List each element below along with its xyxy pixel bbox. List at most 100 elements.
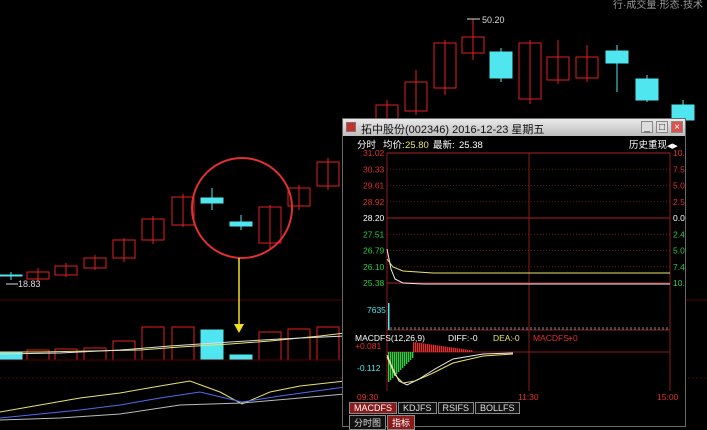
macd-bar-down xyxy=(398,352,400,372)
candle-body xyxy=(200,197,224,204)
volume-spike-bar xyxy=(388,303,390,330)
macd-bar-up xyxy=(421,343,423,352)
macd-bar-down xyxy=(404,352,406,366)
highlight-arrow-head xyxy=(234,324,244,333)
macd-line-white xyxy=(386,352,514,386)
macdfs-value: +0 xyxy=(568,333,578,343)
right-axis-label: 7.45% xyxy=(673,262,685,272)
volume-bar xyxy=(141,326,165,361)
highlight-circle xyxy=(191,157,293,259)
macd-bar-up xyxy=(449,347,451,352)
left-axis-label: 26.79 xyxy=(363,246,385,256)
volume-bar xyxy=(316,326,340,361)
macd-bar-up xyxy=(447,346,449,352)
macd-bar-up xyxy=(439,345,441,352)
macd-bar-down xyxy=(406,352,408,364)
macd-bar-up xyxy=(463,349,465,352)
right-axis-label: 10.00% xyxy=(673,148,685,158)
macd-bar-up xyxy=(465,349,467,352)
left-axis-label: 29.61 xyxy=(363,181,385,191)
macd-bar-up xyxy=(415,342,417,352)
right-axis-label: 5.03% xyxy=(673,181,685,191)
volume-bars xyxy=(0,326,345,361)
indicator-upper-value: +0.081 xyxy=(355,341,382,351)
macd-bar-up xyxy=(425,343,427,352)
tab-kdjfs[interactable]: KDJFS xyxy=(398,402,437,414)
macd-bar-up xyxy=(413,342,415,352)
macd-bar-up xyxy=(417,342,419,352)
latest-label: 最新: xyxy=(433,139,455,151)
macd-bar-down xyxy=(410,352,412,360)
right-axis-label: 5.03% xyxy=(673,246,685,256)
price-high-label: 50.20 xyxy=(482,15,505,25)
tab-macdfs[interactable]: MACDFS xyxy=(349,402,397,414)
volume-bar xyxy=(54,348,78,361)
macd-bar-up xyxy=(455,348,457,352)
left-axis-label: 25.38 xyxy=(363,278,385,288)
latest-value: 25.38 xyxy=(459,140,483,151)
avg-value: 25.80 xyxy=(405,140,429,151)
right-axis-label: 2.45% xyxy=(673,229,685,239)
macd-bar-down xyxy=(396,352,398,374)
macd-bar-down xyxy=(402,352,404,368)
candle-body xyxy=(489,51,513,79)
macd-bar-up xyxy=(453,347,455,352)
price-grid: 31.02 10.00% 30.33 7.55% 29.61 5.03% 28.92 2.55… xyxy=(363,148,685,288)
tab-intraday-chart[interactable]: 分时图 xyxy=(349,415,387,430)
tab-rsifs[interactable]: RSIFS xyxy=(437,402,475,414)
tab-indicator[interactable]: 指标 xyxy=(387,415,416,430)
intraday-chart: 分时 均价: 25.80 最新: 25.38 历史重现 ◀▶ 31.0210.0… xyxy=(355,139,685,402)
macdfs-label: MACDFS: xyxy=(533,333,571,343)
candle-body xyxy=(0,274,23,277)
macd-bar-up xyxy=(457,348,459,352)
volume-bar xyxy=(171,326,195,361)
view-tabs: 分时图 指标 xyxy=(349,415,416,430)
candle-body xyxy=(635,78,659,101)
right-axis-label: 7.55% xyxy=(673,164,685,174)
history-replay-button[interactable]: 历史重现 xyxy=(629,139,668,151)
macd-bar-up xyxy=(441,346,443,352)
macd-bar-down xyxy=(400,352,402,370)
time-axis-label: 15:00 xyxy=(657,392,679,402)
macd-bar-up xyxy=(467,349,469,352)
right-axis-label: 10.00% xyxy=(673,278,685,288)
candle-body xyxy=(605,50,629,64)
dea-value: -0 xyxy=(512,333,520,343)
macd-bar-up xyxy=(451,347,453,352)
macd-line-yellow xyxy=(386,353,514,384)
indicator-lower-value: -0.112 xyxy=(357,363,381,373)
macd-bar-up xyxy=(427,344,429,352)
macd-bar-up xyxy=(435,345,437,352)
macd-bar-up xyxy=(433,344,435,352)
macd-bar-up xyxy=(423,343,425,352)
macd-bar-up xyxy=(459,348,461,352)
indicator-tabs: MACDFS KDJFS RSIFS BOLLFS xyxy=(349,402,521,414)
left-axis-label: 26.10 xyxy=(363,262,385,272)
volume-scale-label: 7635 xyxy=(367,305,386,315)
macd-bar-up xyxy=(461,348,463,352)
volume-bar xyxy=(258,331,282,361)
indicator-line-white xyxy=(0,393,346,421)
intraday-popup-window[interactable]: 拓中股份(002346) 2016-12-23 星期五 _ □ × 分时 均价:… xyxy=(342,118,686,430)
macd-histogram xyxy=(388,342,473,382)
price-low-label: 18.83 xyxy=(18,279,41,289)
macd-bar-up xyxy=(471,350,473,352)
diff-value: -0 xyxy=(470,333,478,343)
volume-bar xyxy=(229,354,253,361)
tab-bollfs[interactable]: BOLLFS xyxy=(475,402,520,414)
dea-label: DEA: xyxy=(493,333,513,343)
volume-bar xyxy=(83,347,107,361)
corner-text: 行·成交量·形态·技术 xyxy=(613,0,703,11)
macd-bar-up xyxy=(443,346,445,352)
right-axis-label: 2.55% xyxy=(673,197,685,207)
time-axis-label: 09:30 xyxy=(357,392,379,402)
macd-bar-down xyxy=(412,352,414,358)
left-axis-label: 28.20 xyxy=(363,213,385,223)
macd-bar-down xyxy=(392,352,394,378)
right-axis-label: 0.00% xyxy=(673,213,685,223)
macd-bar-up xyxy=(437,345,439,352)
avg-label: 均价: xyxy=(383,139,405,151)
volume-bar xyxy=(287,328,311,361)
candle-body xyxy=(229,221,253,227)
time-axis-label: 11:30 xyxy=(518,392,539,402)
